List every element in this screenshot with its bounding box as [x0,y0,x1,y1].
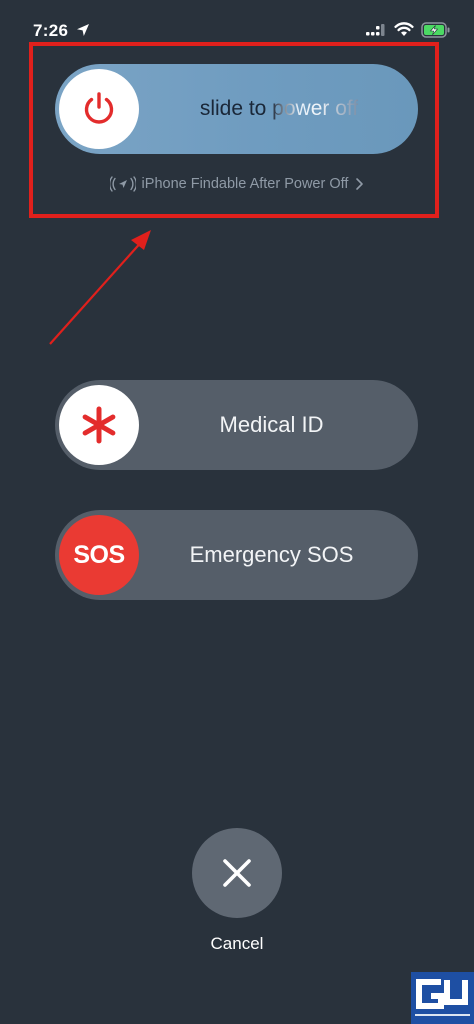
medical-id-label: Medical ID [219,412,324,437]
sos-knob[interactable]: SOS [59,515,139,595]
close-icon [223,859,251,887]
emergency-sos-slider[interactable]: SOS Emergency SOS [55,510,418,600]
sos-knob-label: SOS [73,540,125,569]
annotation-highlight-box [29,42,439,218]
location-arrow-icon [77,24,89,36]
gadgets-to-use-logo [411,972,474,1024]
cellular-signal-icon [366,24,385,36]
medical-id-knob[interactable] [59,385,139,465]
cancel-label: Cancel [210,934,264,953]
medical-asterisk-icon [82,406,116,444]
wifi-icon [394,22,414,36]
medical-id-slider[interactable]: Medical ID [55,380,418,470]
status-time: 7:26 [33,21,69,40]
emergency-sos-label: Emergency SOS [189,542,354,567]
battery-charging-icon [421,22,450,38]
cancel-button[interactable] [192,828,282,918]
